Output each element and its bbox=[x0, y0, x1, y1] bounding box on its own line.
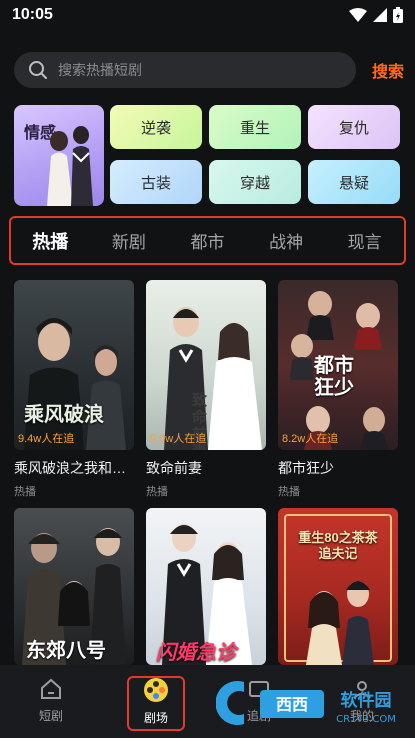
drama-tag: 热播 bbox=[146, 486, 168, 498]
watermark-art: 西西 软件园 CR173.COM bbox=[215, 681, 396, 725]
status-time: 10:05 bbox=[12, 6, 53, 23]
poster-title-art: 乘风破浪 bbox=[24, 402, 104, 426]
drama-card[interactable]: 乘风破浪 9.4w人在追 乘风破浪之我和… 热播 bbox=[14, 280, 134, 499]
feature-card-emotion[interactable]: 情感 bbox=[14, 105, 104, 206]
battery-icon bbox=[393, 7, 403, 23]
drama-poster[interactable]: 致命前妻 9.0w人在追 bbox=[146, 280, 266, 450]
genre-label: 悬疑 bbox=[338, 174, 369, 192]
couple-illustration bbox=[47, 126, 93, 206]
wifi-icon bbox=[349, 8, 367, 22]
nav-label: 短剧 bbox=[38, 709, 63, 723]
tab-romance[interactable]: 现言 bbox=[325, 228, 404, 253]
search-placeholder: 搜索热播短剧 bbox=[58, 62, 142, 78]
poster-title-art: 东郊八号 bbox=[26, 640, 106, 662]
genre-btn-5[interactable]: 穿越 bbox=[209, 160, 301, 204]
category-tabs: 热播 新剧 都市 战神 现言 bbox=[9, 216, 406, 265]
genre-btn-3[interactable]: 复仇 bbox=[308, 105, 400, 149]
drama-poster[interactable]: 闪婚急诊 bbox=[146, 508, 266, 665]
poster-title-art: 闪婚急诊 bbox=[156, 642, 236, 664]
poster-title-art: 重生80之茶茶追夫记 bbox=[298, 530, 378, 561]
signal-icon bbox=[373, 8, 387, 22]
genre-label: 复仇 bbox=[338, 119, 369, 137]
tab-hot[interactable]: 热播 bbox=[11, 228, 90, 254]
drama-title: 都市狂少 bbox=[278, 460, 334, 476]
search-icon bbox=[29, 61, 47, 79]
search-input[interactable]: 搜索热播短剧 bbox=[14, 52, 356, 88]
svg-text:CR173.COM: CR173.COM bbox=[336, 714, 396, 725]
genre-btn-2[interactable]: 重生 bbox=[209, 105, 301, 149]
drama-card[interactable]: 重生80之茶茶追夫记 bbox=[278, 508, 398, 665]
genre-label: 逆袭 bbox=[140, 119, 171, 137]
tab-new[interactable]: 新剧 bbox=[90, 228, 169, 253]
status-icons bbox=[349, 7, 403, 23]
nav-shorts[interactable]: 短剧 bbox=[16, 677, 86, 724]
drama-poster[interactable]: 乘风破浪 9.4w人在追 bbox=[14, 280, 134, 450]
watch-count: 9.0w人在追 bbox=[150, 433, 207, 445]
watch-count: 9.4w人在追 bbox=[18, 433, 75, 445]
svg-text:软件园: 软件园 bbox=[341, 690, 392, 711]
tab-urban[interactable]: 都市 bbox=[168, 228, 247, 253]
status-bar: 10:05 bbox=[0, 0, 415, 30]
genre-label: 重生 bbox=[239, 119, 270, 137]
genre-btn-6[interactable]: 悬疑 bbox=[308, 160, 400, 204]
drama-title: 乘风破浪之我和… bbox=[14, 460, 126, 476]
genre-label: 穿越 bbox=[239, 174, 270, 192]
search-button[interactable]: 搜索 bbox=[372, 58, 404, 82]
genre-btn-4[interactable]: 古装 bbox=[110, 160, 202, 204]
svg-text:西西: 西西 bbox=[276, 695, 308, 714]
drama-card[interactable]: 都市狂少 8.2w人在追 都市狂少 热播 bbox=[278, 280, 398, 499]
genre-btn-1[interactable]: 逆袭 bbox=[110, 105, 202, 149]
home-icon bbox=[41, 678, 61, 699]
drama-card[interactable]: 闪婚急诊 bbox=[146, 508, 266, 665]
genre-label: 古装 bbox=[140, 174, 171, 192]
drama-tag: 热播 bbox=[14, 486, 36, 498]
tab-war-god[interactable]: 战神 bbox=[247, 228, 326, 253]
drama-title: 致命前妻 bbox=[146, 460, 202, 476]
watch-count: 8.2w人在追 bbox=[282, 433, 339, 445]
drama-card[interactable]: 东郊八号 bbox=[14, 508, 134, 665]
drama-poster[interactable]: 都市狂少 8.2w人在追 bbox=[278, 280, 398, 450]
drama-tag: 热播 bbox=[278, 486, 300, 498]
drama-card[interactable]: 致命前妻 9.0w人在追 致命前妻 热播 bbox=[146, 280, 266, 499]
drama-poster[interactable]: 重生80之茶茶追夫记 bbox=[278, 508, 398, 665]
nav-highlight-box bbox=[127, 676, 185, 731]
poster-title-art: 都市狂少 bbox=[314, 353, 354, 399]
watermark-logo: 西西 软件园 CR173.COM bbox=[215, 676, 406, 730]
genre-panel: 情感 逆袭 重生 复仇 古装 穿越 悬疑 bbox=[14, 105, 404, 206]
drama-poster[interactable]: 东郊八号 bbox=[14, 508, 134, 665]
search-row: 搜索热播短剧 搜索 bbox=[14, 51, 404, 89]
